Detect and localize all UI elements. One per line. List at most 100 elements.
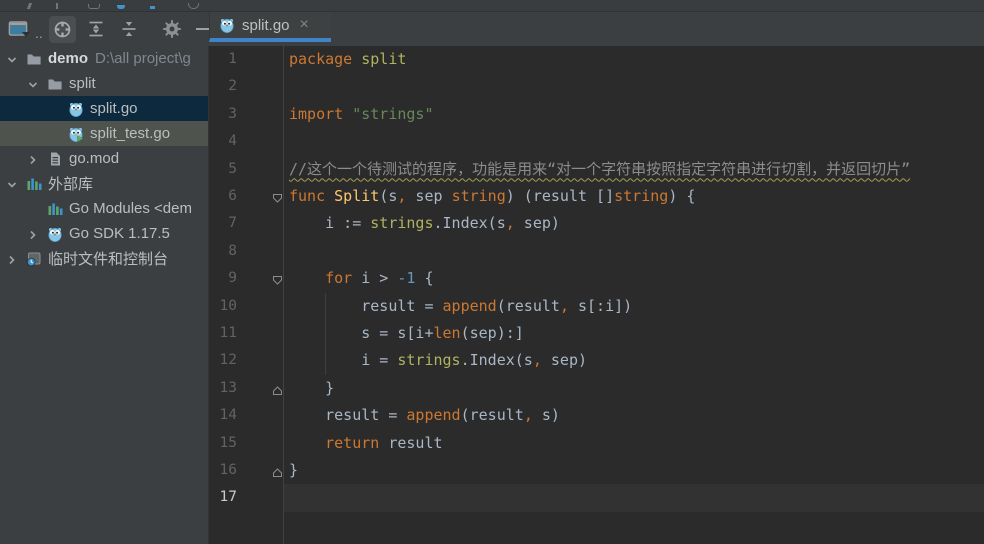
tree-item-go-mod[interactable]: go.mod xyxy=(0,146,208,171)
chevron-down-icon[interactable] xyxy=(6,53,18,65)
code-line[interactable]: 6 func Split(s, sep string) (result []str… xyxy=(209,183,984,211)
clipped-icon-fragment xyxy=(56,3,58,9)
tab-split-go[interactable]: split.go × xyxy=(209,12,331,42)
collapse-all-button[interactable] xyxy=(116,16,143,43)
toolbar-overflow-dots[interactable]: .. xyxy=(35,25,43,41)
ide-window: .. xyxy=(0,0,984,544)
library-icon xyxy=(26,176,42,192)
tree-item-label: split xyxy=(69,75,96,92)
line-number: 9 xyxy=(209,265,237,292)
fold-open-marker[interactable] xyxy=(271,272,284,285)
code-line[interactable]: 10 result = append(result, s[:i]) xyxy=(209,293,984,321)
chevron-right-icon[interactable] xyxy=(6,253,18,265)
tree-item-label: split.go xyxy=(90,100,138,117)
clipped-icon-fragment xyxy=(117,5,125,9)
line-number: 8 xyxy=(209,238,237,265)
tree-item-path: D:\all project\g xyxy=(95,50,191,67)
line-number: 10 xyxy=(209,293,237,320)
folder-icon xyxy=(26,51,42,67)
line-number: 12 xyxy=(209,347,237,374)
go-gopher-icon xyxy=(219,17,235,33)
code-line[interactable]: 5//这个一个待测试的程序，功能是用来“对一个字符串按照指定字符串进行切割，并返… xyxy=(209,156,984,184)
line-number: 1 xyxy=(209,46,237,73)
project-tree[interactable]: demo D:\all project\g split split.go split_t… xyxy=(0,46,209,544)
code-text: package split xyxy=(289,46,984,73)
go-gopher-icon xyxy=(68,101,84,117)
code-line[interactable]: 12 i = strings.Index(s, sep) xyxy=(209,347,984,375)
code-text: result = append(result, s) xyxy=(289,402,984,429)
go-test-file-icon xyxy=(68,126,84,142)
tree-item-split-test-go[interactable]: split_test.go xyxy=(0,121,208,146)
tree-item-label: go.mod xyxy=(69,150,119,167)
clipped-icon-fragment xyxy=(150,6,155,9)
fold-close-marker[interactable] xyxy=(271,382,284,395)
clipped-main-toolbar xyxy=(0,0,984,12)
fold-close-marker[interactable] xyxy=(271,464,284,477)
tree-item-external-libraries[interactable]: 外部库 xyxy=(0,171,208,196)
line-number: 7 xyxy=(209,210,237,237)
tree-item-label: 临时文件和控制台 xyxy=(48,248,168,269)
chevron-down-icon[interactable] xyxy=(6,178,18,190)
chevron-right-icon[interactable] xyxy=(27,228,39,240)
collapse-all-icon xyxy=(119,19,139,39)
code-line[interactable]: 1 package split xyxy=(209,46,984,74)
code-text: s = s[i+len(sep):] xyxy=(289,320,984,347)
tree-item-demo[interactable]: demo D:\all project\g xyxy=(0,46,208,71)
line-number: 17 xyxy=(209,484,237,511)
line-number: 15 xyxy=(209,430,237,457)
project-panel-toolbar: .. xyxy=(0,12,209,46)
code-text: func Split(s, sep string) (result []stri… xyxy=(289,183,984,210)
project-view-button[interactable] xyxy=(5,16,35,43)
line-number: 6 xyxy=(209,183,237,210)
line-number: 4 xyxy=(209,128,237,155)
code-editor[interactable]: 1 package split 23import "strings"45//这个一个… xyxy=(209,46,984,544)
tree-item-label: demo xyxy=(48,50,88,67)
tree-item-split-go[interactable]: split.go xyxy=(0,96,208,121)
code-line[interactable]: 11 s = s[i+len(sep):] xyxy=(209,320,984,348)
editor-tab-bar: split.go × xyxy=(209,12,984,46)
code-text: } xyxy=(289,457,984,484)
code-line[interactable]: 14 result = append(result, s) xyxy=(209,402,984,430)
crosshair-icon xyxy=(53,20,72,39)
code-line[interactable]: 17 xyxy=(209,484,984,512)
line-number: 2 xyxy=(209,73,237,100)
code-line[interactable]: 4 xyxy=(209,128,984,156)
code-line[interactable]: 9 for i > -1 { xyxy=(209,265,984,293)
chevron-right-icon[interactable] xyxy=(27,153,39,165)
line-number: 5 xyxy=(209,156,237,183)
line-number: 13 xyxy=(209,375,237,402)
go-gopher-icon xyxy=(47,226,63,242)
code-line[interactable]: 8 xyxy=(209,238,984,266)
expand-all-icon xyxy=(86,19,106,39)
line-number: 11 xyxy=(209,320,237,347)
tree-item-label: Go SDK 1.17.5 xyxy=(69,225,170,242)
main-row: demo D:\all project\g split split.go split_t… xyxy=(0,46,984,544)
window-icon xyxy=(8,19,32,40)
code-line[interactable]: 7 i := strings.Index(s, sep) xyxy=(209,210,984,238)
folder-icon xyxy=(47,76,63,92)
line-number: 14 xyxy=(209,402,237,429)
tab-close-icon[interactable]: × xyxy=(300,17,309,33)
code-text: import "strings" xyxy=(289,101,984,128)
code-line[interactable]: 13 } xyxy=(209,375,984,403)
tree-item-scratches[interactable]: 临时文件和控制台 xyxy=(0,246,208,271)
fold-open-marker[interactable] xyxy=(271,190,284,203)
settings-button[interactable] xyxy=(159,16,186,43)
chevron-down-icon[interactable] xyxy=(27,78,39,90)
library-icon xyxy=(47,201,63,217)
tab-label: split.go xyxy=(242,17,290,34)
code-line[interactable]: 3import "strings" xyxy=(209,101,984,129)
code-line[interactable]: 2 xyxy=(209,73,984,101)
tree-item-go-modules[interactable]: Go Modules <dem xyxy=(0,196,208,221)
code-text: i := strings.Index(s, sep) xyxy=(289,210,984,237)
code-text: result = append(result, s[:i]) xyxy=(289,293,984,320)
locate-file-button[interactable] xyxy=(49,16,76,43)
tree-item-label: 外部库 xyxy=(48,173,93,194)
code-line[interactable]: 15 return result xyxy=(209,430,984,458)
tree-item-go-sdk[interactable]: Go SDK 1.17.5 xyxy=(0,221,208,246)
expand-all-button[interactable] xyxy=(83,16,110,43)
code-line[interactable]: 16} xyxy=(209,457,984,485)
scratches-icon xyxy=(26,251,42,267)
tree-item-split[interactable]: split xyxy=(0,71,208,96)
header-row: .. xyxy=(0,12,984,46)
